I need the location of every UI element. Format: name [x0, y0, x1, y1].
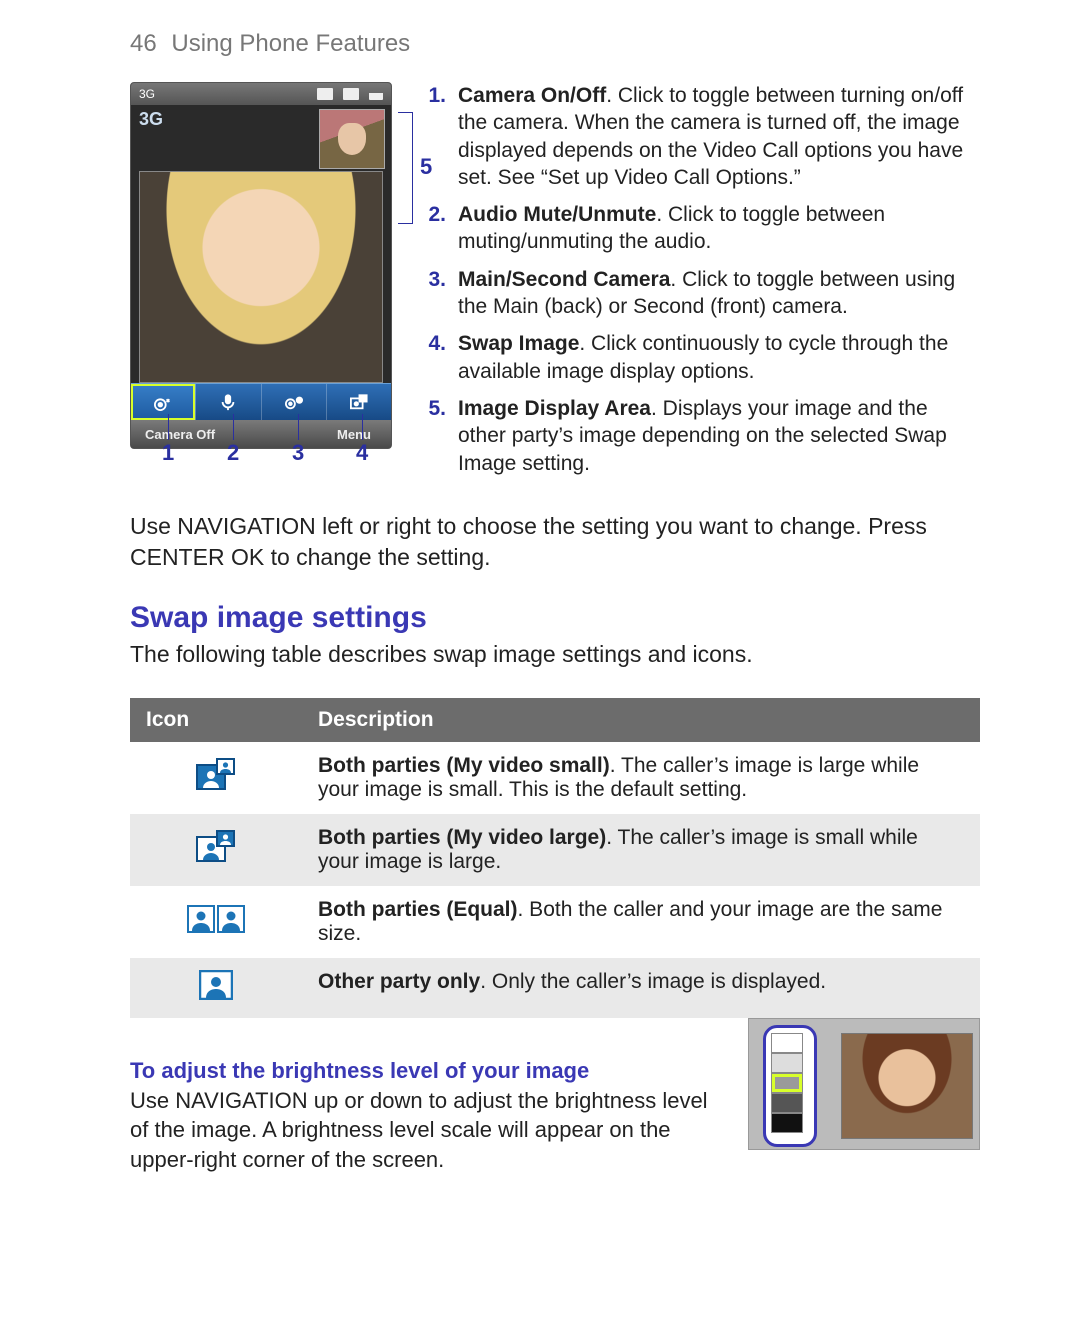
- callout-2: 2: [227, 440, 239, 466]
- both-large-icon: [196, 830, 236, 864]
- phone-status-bar: 3G: [131, 83, 391, 105]
- signal-icon: [369, 88, 383, 100]
- page-title: Using Phone Features: [171, 30, 410, 57]
- page-number: 46: [130, 30, 157, 57]
- callout-bracket-5: [398, 112, 413, 224]
- table-header-icon: Icon: [130, 698, 302, 742]
- list-item: 3.Main/Second Camera. Click to toggle be…: [422, 266, 980, 321]
- phone-screenshot: 3G 3G: [130, 82, 392, 449]
- microphone-icon: [217, 393, 239, 411]
- list-item: 5.Image Display Area. Displays your imag…: [422, 395, 980, 477]
- main-video-image: [139, 171, 383, 383]
- brightness-subheading: To adjust the brightness level of your i…: [130, 1056, 718, 1086]
- both-small-icon: [196, 758, 236, 792]
- camera-switch-icon: [283, 393, 305, 411]
- video-call-3g-label: 3G: [139, 109, 163, 130]
- callout-5: 5: [420, 154, 432, 180]
- page-header: 46 Using Phone Features: [130, 30, 980, 58]
- table-header-description: Description: [302, 698, 980, 742]
- brightness-scale: [771, 1033, 803, 1133]
- navigation-instructions: Use NAVIGATION left or right to choose t…: [130, 511, 980, 573]
- table-row: Both parties (Equal). Both the caller an…: [130, 886, 980, 958]
- table-row: Other party only. Only the caller’s imag…: [130, 958, 980, 1018]
- section-intro: The following table describes swap image…: [130, 639, 980, 670]
- swap-image-button[interactable]: [327, 384, 391, 420]
- list-item: 4.Swap Image. Click continuously to cycl…: [422, 330, 980, 385]
- swap-image-settings-table: Icon Description Both parties (My video …: [130, 698, 980, 1018]
- callout-1: 1: [162, 440, 174, 466]
- brightness-example-image: [748, 1018, 980, 1150]
- other-only-icon: [199, 970, 233, 1000]
- main-second-camera-toggle[interactable]: [262, 384, 327, 420]
- table-row: Both parties (My video small). The calle…: [130, 742, 980, 814]
- swap-image-icon: [348, 393, 370, 411]
- brightness-instructions: Use NAVIGATION up or down to adjust the …: [130, 1086, 718, 1175]
- status-3g-icon: 3G: [139, 87, 155, 101]
- callout-4: 4: [356, 440, 368, 466]
- battery-icon: [343, 88, 359, 100]
- section-heading: Swap image settings: [130, 601, 980, 635]
- call-status-icon: [317, 88, 333, 100]
- table-row: Both parties (My video large). The calle…: [130, 814, 980, 886]
- brightness-example-face: [841, 1033, 973, 1139]
- both-equal-icon: [187, 905, 245, 933]
- callout-3: 3: [292, 440, 304, 466]
- pip-other-party-image: [319, 109, 385, 169]
- audio-mute-toggle[interactable]: [196, 384, 261, 420]
- camera-off-toggle[interactable]: [131, 384, 196, 420]
- callout-description-list: 1.Camera On/Off. Click to toggle between…: [422, 82, 980, 487]
- list-item: 1.Camera On/Off. Click to toggle between…: [422, 82, 980, 191]
- list-item: 2.Audio Mute/Unmute. Click to toggle bet…: [422, 201, 980, 256]
- camera-off-icon: [152, 393, 174, 411]
- softkey-right[interactable]: Menu: [258, 420, 391, 448]
- video-call-toolbar: [131, 383, 391, 420]
